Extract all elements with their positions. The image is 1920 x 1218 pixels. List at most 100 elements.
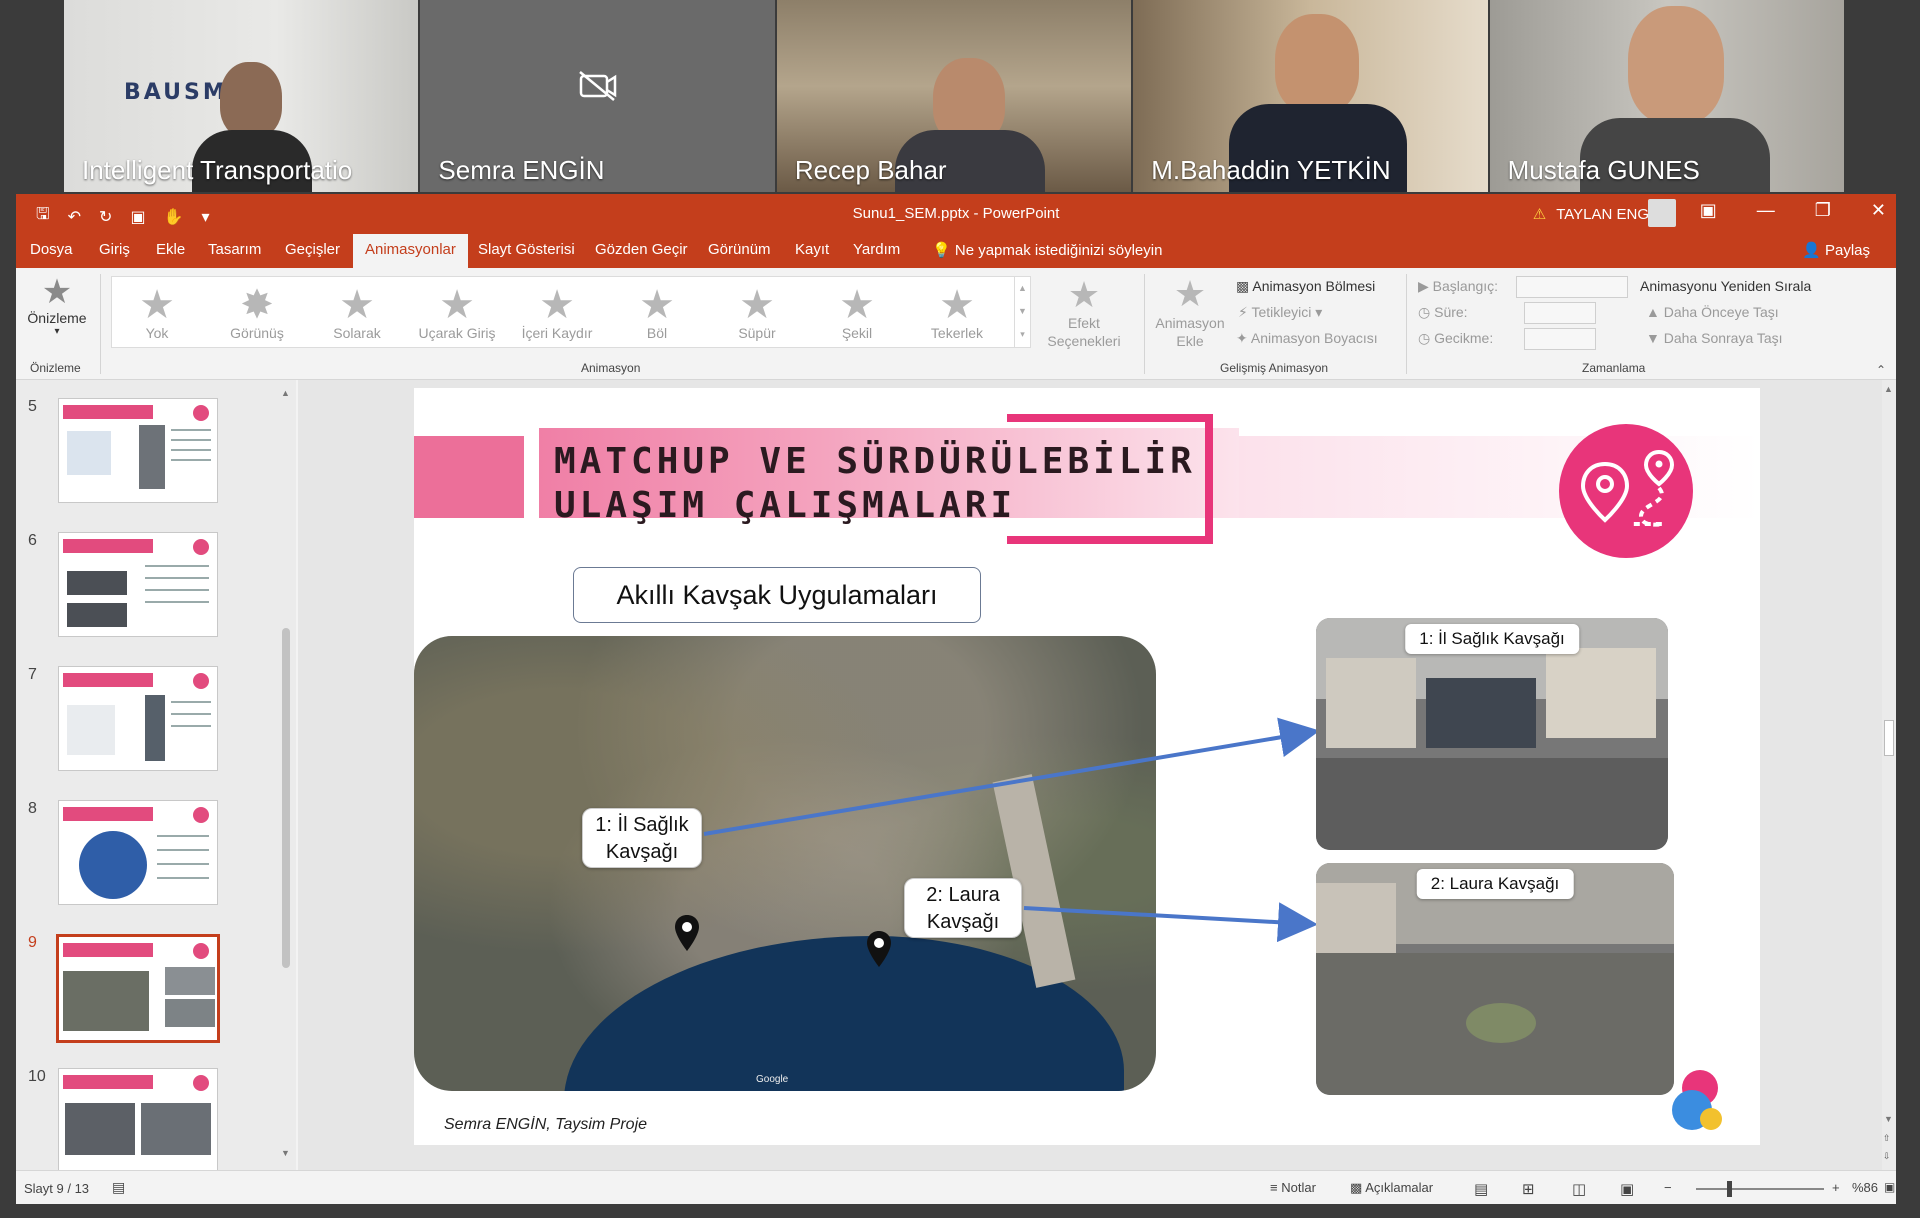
fit-to-window-icon[interactable]: ▣: [1884, 1180, 1895, 1194]
zoom-in-icon[interactable]: +: [1832, 1180, 1840, 1195]
slideshow-icon[interactable]: ▣: [1620, 1180, 1634, 1198]
tab-gecisler[interactable]: Geçişler: [285, 241, 340, 258]
play-icon: ▶: [1418, 278, 1429, 294]
thumbnail-slide[interactable]: [58, 800, 218, 905]
anim-gorunus[interactable]: ✸ Görünüş: [212, 285, 302, 341]
minimize-icon[interactable]: —: [1757, 200, 1775, 221]
slide[interactable]: MATCHUP VE SÜRDÜRÜLEBİLİR ULAŞIM ÇALIŞMA…: [414, 388, 1760, 1145]
anim-supur[interactable]: ★ Süpür: [712, 285, 802, 341]
scroll-up-icon[interactable]: ▲: [281, 388, 290, 398]
reading-view-icon[interactable]: ◫: [1572, 1180, 1586, 1198]
next-slide-icon[interactable]: ⇩: [1883, 1151, 1891, 1162]
zoom-slider[interactable]: [1696, 1188, 1824, 1190]
group-label-timing: Zamanlama: [1582, 361, 1646, 375]
tab-yardim[interactable]: Yardım: [853, 241, 900, 258]
add-animation-button[interactable]: ★ Animasyon Ekle: [1152, 274, 1228, 350]
thumbnail-slide[interactable]: [58, 1068, 218, 1170]
spellcheck-icon[interactable]: ▤: [112, 1179, 125, 1196]
tab-dosya[interactable]: Dosya: [30, 241, 73, 258]
move-later-button[interactable]: ▼ Daha Sonraya Taşı: [1646, 330, 1783, 346]
add-star-icon: ★: [1173, 273, 1207, 314]
slide-footer[interactable]: Semra ENGİN, Taysim Proje: [444, 1116, 647, 1134]
tell-me-text: Ne yapmak istediğinizi söyleyin: [954, 242, 1163, 259]
photo-laura[interactable]: 2: Laura Kavşağı: [1316, 863, 1674, 1095]
scroll-down-icon[interactable]: ▼: [281, 1148, 290, 1158]
close-icon[interactable]: ✕: [1871, 200, 1886, 221]
share-button[interactable]: 👤 Paylaş: [1802, 241, 1870, 259]
zoom-level[interactable]: %86: [1852, 1180, 1878, 1195]
tab-ekle[interactable]: Ekle: [156, 241, 185, 258]
participant-name: Intelligent Transportatio: [82, 155, 353, 185]
star-icon: ★: [139, 283, 175, 327]
participant-tile-3[interactable]: Recep Bahar: [776, 0, 1132, 192]
start-label: ▶ Başlangıç:: [1418, 278, 1499, 294]
tab-kayit[interactable]: Kayıt: [795, 241, 829, 258]
ribbon-separator: [100, 274, 101, 374]
screen: BAUSM Intelligent Transportatio Semra EN…: [0, 0, 1920, 1218]
canvas-scrollbar[interactable]: ▲ ▼ ⇧ ⇩: [1882, 380, 1896, 1170]
thumbnail-slide[interactable]: [58, 532, 218, 637]
lightbulb-icon: 💡: [932, 242, 951, 259]
tell-me-box[interactable]: 💡 Ne yapmak istediğinizi söyleyin: [932, 241, 1162, 259]
animation-painter-button[interactable]: ✦ Animasyon Boyacısı: [1236, 330, 1378, 347]
anim-iceri-kaydir[interactable]: ★ İçeri Kaydır: [512, 285, 602, 341]
avatar[interactable]: [1648, 199, 1676, 227]
anim-bol[interactable]: ★ Böl: [612, 285, 702, 341]
tab-gozden-gecir[interactable]: Gözden Geçir: [595, 241, 688, 258]
ribbon-display-icon[interactable]: ▣: [1700, 200, 1717, 221]
duration-stepper[interactable]: [1524, 302, 1596, 324]
arrow-to-photo1: [703, 717, 1320, 836]
slide-sorter-icon[interactable]: ⊞: [1522, 1180, 1535, 1198]
participant-tile-1[interactable]: BAUSM Intelligent Transportatio: [64, 0, 419, 192]
tab-tasarim[interactable]: Tasarım: [208, 241, 261, 258]
ribbon-tabs: Dosya Giriş Ekle Tasarım Geçişler Animas…: [16, 232, 1896, 268]
preview-label: Önizleme: [27, 310, 87, 326]
photo-il-saglik[interactable]: 1: İl Sağlık Kavşağı: [1316, 618, 1668, 850]
anim-solarak[interactable]: ★ Solarak: [312, 285, 402, 341]
tab-giris[interactable]: Giriş: [99, 241, 130, 258]
scrollbar-thumb[interactable]: [282, 628, 290, 968]
preview-button[interactable]: ★ Önizleme ▾: [24, 274, 90, 337]
thumbnails-scrollbar[interactable]: ▲ ▼: [280, 388, 292, 1158]
anim-yok[interactable]: ★ Yok: [112, 285, 202, 341]
thumbnail-slide-active[interactable]: [56, 934, 220, 1043]
scroll-down-icon[interactable]: ▼: [1884, 1114, 1893, 1124]
participant-tile-2[interactable]: Semra ENGİN: [420, 0, 775, 192]
scroll-up-icon[interactable]: ▲: [1884, 384, 1893, 394]
participant-tile-5[interactable]: Mustafa GUNES: [1489, 0, 1845, 192]
animation-pane-button[interactable]: ▩ Animasyon Bölmesi: [1236, 278, 1375, 295]
start-select[interactable]: [1516, 276, 1628, 298]
normal-view-icon[interactable]: ▤: [1474, 1180, 1488, 1198]
previous-slide-icon[interactable]: ⇧: [1883, 1133, 1891, 1144]
preview-star-icon: ★: [41, 273, 73, 311]
restore-icon[interactable]: ❐: [1815, 200, 1831, 221]
trigger-button[interactable]: ⚡ Tetikleyici ▾: [1238, 304, 1322, 321]
anim-sekil[interactable]: ★ Şekil: [812, 285, 902, 341]
tab-gorunum[interactable]: Görünüm: [708, 241, 771, 258]
scrollbar-thumb[interactable]: [1884, 720, 1894, 756]
participant-name: M.Bahaddin YETKİN: [1151, 155, 1391, 185]
zoom-out-icon[interactable]: −: [1664, 1180, 1672, 1195]
notes-button[interactable]: ≡ Notlar: [1270, 1180, 1316, 1195]
comments-button[interactable]: ▩ Açıklamalar: [1350, 1180, 1433, 1196]
delay-stepper[interactable]: [1524, 328, 1596, 350]
participant-tile-4[interactable]: M.Bahaddin YETKİN: [1133, 0, 1488, 192]
clock-icon: ◷: [1418, 330, 1431, 346]
triangle-down-icon: ▼: [1646, 330, 1660, 346]
user-area[interactable]: ⚠ TAYLAN ENGİN: [1533, 205, 1664, 224]
thumbnail-slide[interactable]: [58, 398, 218, 503]
participant-strip: BAUSM Intelligent Transportatio Semra EN…: [64, 0, 1845, 192]
effect-options-button[interactable]: ★ Efekt Seçenekleri: [1044, 276, 1124, 350]
tab-animasyonlar[interactable]: Animasyonlar: [353, 234, 468, 268]
duration-label: ◷ Süre:: [1418, 304, 1468, 320]
gallery-scroll[interactable]: ▲ ▼ ▾: [1014, 277, 1030, 347]
move-earlier-button[interactable]: ▲ Daha Önceye Taşı: [1646, 304, 1779, 320]
collapse-ribbon-icon[interactable]: ⌃: [1876, 363, 1886, 377]
anim-tekerlek[interactable]: ★ Tekerlek: [912, 285, 1002, 341]
share-label: Paylaş: [1824, 242, 1870, 259]
tab-slayt-gosterisi[interactable]: Slayt Gösterisi: [478, 241, 575, 258]
anim-ucarak-giris[interactable]: ★ Uçarak Giriş: [412, 285, 502, 341]
zoom-slider-thumb[interactable]: [1727, 1181, 1732, 1197]
thumbnail-slide[interactable]: [58, 666, 218, 771]
star-icon: ★: [1067, 274, 1101, 315]
